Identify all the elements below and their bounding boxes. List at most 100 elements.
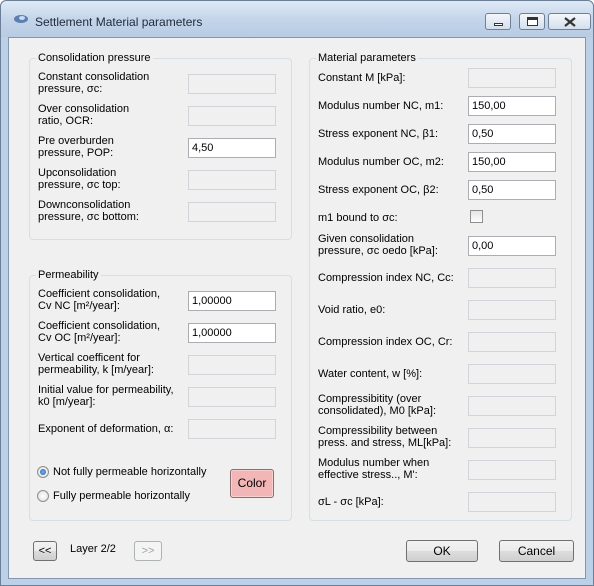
material-row-input[interactable]: 0,50 [468,180,556,200]
material-row-label-line1: Compressibility between [318,425,438,437]
material-row-label-line2: consolidated), M0 [kPa]: [318,405,437,417]
material-row-label: Compressibility between press. and stress… [318,425,451,449]
permeability-row-label-line1: Coefficient consolidation, [38,288,161,300]
material-row-input [468,364,556,384]
permeability-row-input[interactable]: 1,00000 [188,291,276,311]
material-row-input [468,460,556,480]
dialog-window: Settlement Material parameters Consolida… [0,0,594,586]
ok-button[interactable]: OK [406,540,478,562]
material-row-input [468,428,556,448]
material-row-label: σL - σc [kPa]: [318,496,384,508]
consolidation-row-label: Pre overburden pressure, POP: [38,135,114,159]
previous-layer-button[interactable]: << [33,541,57,561]
material-row-label-line1: Modulus number NC, m1: [318,100,444,112]
permeability-row-label-line1: Initial value for permeability, [38,384,174,396]
consolidation-row-label-line1: Pre overburden [38,135,114,147]
material-row-label-line1: Void ratio, e0: [318,304,386,316]
dialog-client-area: Consolidation pressure Constant consolid… [8,37,586,579]
consolidation-row-input [188,74,276,94]
material-row-input[interactable]: 0,00 [468,236,556,256]
material-row-label: Modulus number NC, m1: [318,100,443,112]
radio-not-fully-permeable[interactable] [37,466,49,478]
consolidation-row-label-line2: pressure, σc top: [38,179,121,191]
consolidation-row-label-line2: pressure, POP: [38,147,114,159]
permeability-row-label-line2: k0 [m/year]: [38,396,96,408]
consolidation-row-label-line1: Upconsolidation [38,167,117,179]
permeability-row-label-line1: Exponent of deformation, α: [38,423,174,435]
layer-indicator: Layer 2/2 [70,543,116,555]
consolidation-row-label-line2: pressure, σc bottom: [38,211,139,223]
material-row-label: Modulus number when effective stress.., M… [318,457,429,481]
minimize-button[interactable] [485,13,511,30]
window-title: Settlement Material parameters [35,15,203,29]
m1-bound-checkbox[interactable] [470,210,483,223]
material-row-label: Void ratio, e0: [318,304,385,316]
permeability-row-label: Coefficient consolidation, Cv OC [m²/year… [38,320,160,344]
radio-fully-permeable[interactable] [37,490,49,502]
permeability-row-label-line1: Coefficient consolidation, [38,320,161,332]
material-row-label-line1: σL - σc [kPa]: [318,496,384,508]
material-row-input [468,68,556,88]
cancel-button[interactable]: Cancel [499,540,574,562]
title-bar[interactable]: Settlement Material parameters [1,1,593,37]
consolidation-row-label-line2: pressure, σc: [38,83,103,95]
permeability-row-label: Vertical coefficent for permeability, k [… [38,352,154,376]
material-row-input[interactable]: 150,00 [468,152,556,172]
material-row-label: Compression index NC, Cc: [318,272,454,284]
material-row-label-line1: Given consolidation [318,233,415,245]
consolidation-row-label-line2: ratio, OCR: [38,115,94,127]
permeability-group-title: Permeability [36,269,101,281]
material-row-label: m1 bound to σc: [318,212,398,224]
material-row-label-line1: Compressibitity (over [318,393,422,405]
consolidation-row-label: Over consolidation ratio, OCR: [38,103,129,127]
permeability-row-input [188,387,276,407]
material-row-label: Water content, w [%]: [318,368,422,380]
permeability-row-input [188,419,276,439]
material-row-label: Compression index OC, Cr: [318,336,453,348]
consolidation-row-input[interactable]: 4,50 [188,138,276,158]
material-row-label: Modulus number OC, m2: [318,156,444,168]
material-group-title: Material parameters [316,52,418,64]
permeability-row-label: Exponent of deformation, α: [38,423,173,435]
material-row-label-line1: Modulus number when [318,457,430,469]
next-layer-button[interactable]: >> [134,541,162,561]
material-row-label: Constant M [kPa]: [318,72,405,84]
material-row-label-line1: Compression index OC, Cr: [318,336,453,348]
material-row-label-line1: Water content, w [%]: [318,368,423,380]
material-row-label-line1: Constant M [kPa]: [318,72,406,84]
maximize-icon [527,17,538,26]
color-button[interactable]: Color [230,469,274,498]
permeability-row-input[interactable]: 1,00000 [188,323,276,343]
close-icon [564,17,576,27]
material-row-input [468,332,556,352]
material-row-label-line2: pressure, σc oedo [kPa]: [318,245,438,257]
radio-fully-permeable-label[interactable]: Fully permeable horizontally [53,490,190,502]
consolidation-row-input [188,106,276,126]
app-icon [14,15,28,23]
consolidation-row-label: Constant consolidation pressure, σc: [38,71,149,95]
permeability-row-label-line2: Cv NC [m²/year]: [38,300,120,312]
consolidation-row-label: Upconsolidation pressure, σc top: [38,167,121,191]
consolidation-row-label-line1: Over consolidation [38,103,130,115]
maximize-button[interactable] [519,13,545,30]
consolidation-row-label-line1: Constant consolidation [38,71,150,83]
material-row-label-line1: Modulus number OC, m2: [318,156,444,168]
material-row-input [468,268,556,288]
permeability-row-input [188,355,276,375]
permeability-row-label-line1: Vertical coefficent for [38,352,140,364]
consolidation-row-input [188,202,276,222]
consolidation-row-label: Downconsolidation pressure, σc bottom: [38,199,139,223]
material-row-label: Given consolidation pressure, σc oedo [kP… [318,233,438,257]
material-row-input [468,492,556,512]
material-row-input[interactable]: 0,50 [468,124,556,144]
radio-not-fully-permeable-label[interactable]: Not fully permeable horizontally [53,466,206,478]
consolidation-row-input [188,170,276,190]
consolidation-row-label-line1: Downconsolidation [38,199,131,211]
material-row-input[interactable]: 150,00 [468,96,556,116]
consolidation-group-title: Consolidation pressure [36,52,153,64]
material-row-label-line1: m1 bound to σc: [318,212,398,224]
material-row-label-line1: Stress exponent OC, β2: [318,184,439,196]
material-row-label-line2: press. and stress, ML[kPa]: [318,437,452,449]
close-button[interactable] [548,13,591,30]
permeability-row-label-line2: permeability, k [m/year]: [38,364,154,376]
